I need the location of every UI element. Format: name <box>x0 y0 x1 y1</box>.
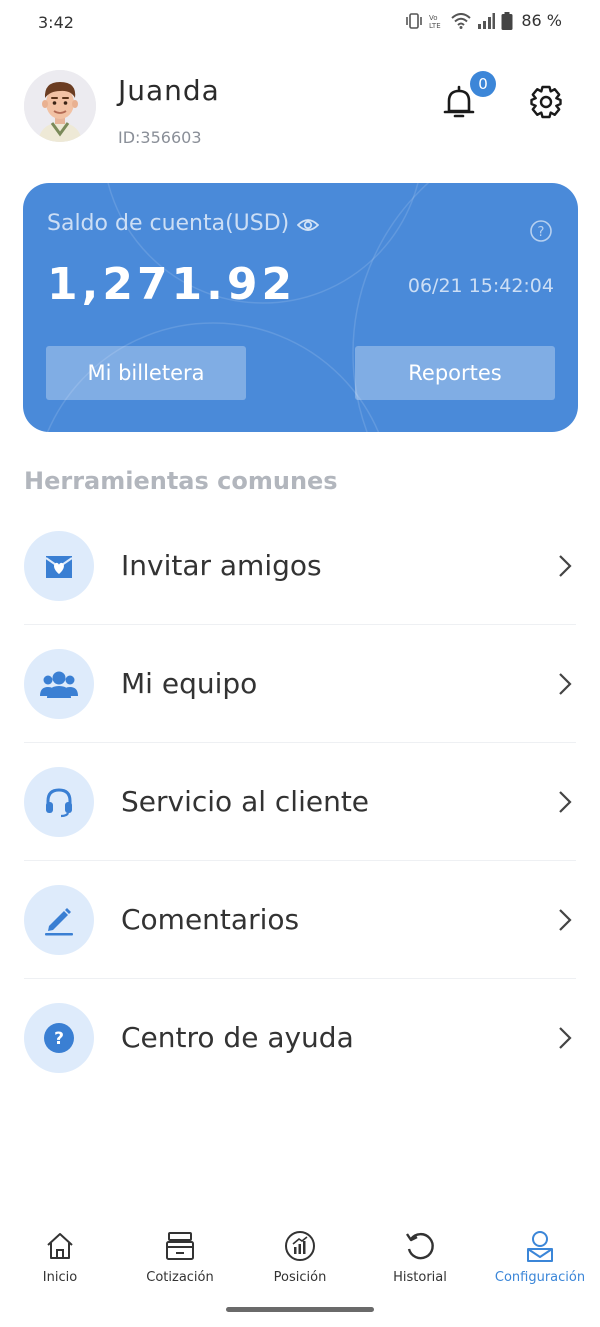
svg-text:LTE: LTE <box>429 22 441 29</box>
menu-icon-background <box>24 885 94 955</box>
edit-icon <box>45 908 73 936</box>
menu-item-help-center[interactable]: ? Centro de ayuda <box>24 979 576 1097</box>
svg-text:?: ? <box>54 1029 64 1049</box>
chevron-right-icon <box>559 673 572 695</box>
menu-label: Invitar amigos <box>121 549 322 582</box>
history-icon <box>406 1232 434 1260</box>
chevron-right-icon <box>559 909 572 931</box>
menu-icon-background <box>24 767 94 837</box>
menu-item-comments[interactable]: Comentarios <box>24 861 576 979</box>
invite-icon <box>45 556 73 578</box>
menu-label: Comentarios <box>121 903 300 936</box>
menu-icon-background <box>24 649 94 719</box>
bottom-tab-bar: Inicio Cotización Posición Historial Con… <box>0 1230 600 1290</box>
notification-badge: 0 <box>470 71 496 97</box>
tab-label: Inicio <box>42 1270 78 1285</box>
headset-icon <box>46 788 72 818</box>
battery-icon <box>501 11 513 30</box>
tab-historial[interactable]: Historial <box>360 1230 480 1290</box>
profile-icon <box>527 1231 553 1262</box>
position-icon <box>285 1231 315 1261</box>
tab-cotizacion[interactable]: Cotización <box>120 1230 240 1290</box>
avatar-image <box>24 70 96 142</box>
balance-amount: 1,271.92 <box>47 259 297 310</box>
wallet-button[interactable]: Mi billetera <box>46 346 246 400</box>
avatar[interactable] <box>24 70 96 142</box>
help-icon[interactable]: ? <box>529 219 553 243</box>
question-icon: ? <box>44 1023 74 1053</box>
tab-configuracion[interactable]: Configuración <box>480 1230 600 1290</box>
svg-text:Vo: Vo <box>429 14 438 22</box>
balance-card: Saldo de cuenta(USD) ? 1,271.92 06/21 15… <box>23 183 578 432</box>
menu-item-invite-friends[interactable]: Invitar amigos <box>24 507 576 625</box>
tab-label: Posición <box>273 1270 327 1285</box>
chevron-right-icon <box>559 1027 572 1049</box>
tab-label: Cotización <box>146 1270 214 1285</box>
vibrate-icon <box>406 12 423 29</box>
user-id: ID:356603 <box>118 128 202 147</box>
signal-icon <box>478 12 496 29</box>
quote-icon <box>166 1232 194 1260</box>
user-name: Juanda <box>118 74 220 107</box>
team-icon <box>40 671 78 698</box>
tab-label: Configuración <box>494 1270 586 1285</box>
wifi-icon <box>451 12 472 29</box>
battery-percent: 86 % <box>521 11 562 30</box>
menu-label: Centro de ayuda <box>121 1021 354 1054</box>
balance-label: Saldo de cuenta(USD) <box>47 211 290 236</box>
menu-item-my-team[interactable]: Mi equipo <box>24 625 576 743</box>
section-title: Herramientas comunes <box>24 467 338 495</box>
menu-icon-background <box>24 531 94 601</box>
status-time: 3:42 <box>38 13 74 32</box>
menu-icon-background: ? <box>24 1003 94 1073</box>
tab-label: Historial <box>393 1270 447 1285</box>
home-indicator[interactable] <box>226 1307 374 1312</box>
status-bar: 3:42 Vo LTE 86 % <box>0 0 600 46</box>
volte-icon: VoLTE <box>429 14 441 29</box>
balance-timestamp: 06/21 15:42:04 <box>407 275 554 297</box>
tab-inicio[interactable]: Inicio <box>0 1230 120 1290</box>
gear-icon[interactable] <box>528 84 564 120</box>
reports-button[interactable]: Reportes <box>355 346 555 400</box>
chevron-right-icon <box>559 791 572 813</box>
tools-menu: Invitar amigos Mi equipo Servicio al cli… <box>24 507 576 1097</box>
chevron-right-icon <box>559 555 572 577</box>
eye-icon[interactable] <box>297 214 319 236</box>
status-icons: Vo LTE 86 % <box>405 11 562 30</box>
tab-posicion[interactable]: Posición <box>240 1230 360 1290</box>
home-icon <box>47 1233 73 1259</box>
menu-item-customer-service[interactable]: Servicio al cliente <box>24 743 576 861</box>
profile-header: Juanda ID:356603 0 <box>24 70 576 150</box>
menu-label: Servicio al cliente <box>121 785 370 818</box>
svg-text:?: ? <box>538 225 545 240</box>
menu-label: Mi equipo <box>121 667 258 700</box>
